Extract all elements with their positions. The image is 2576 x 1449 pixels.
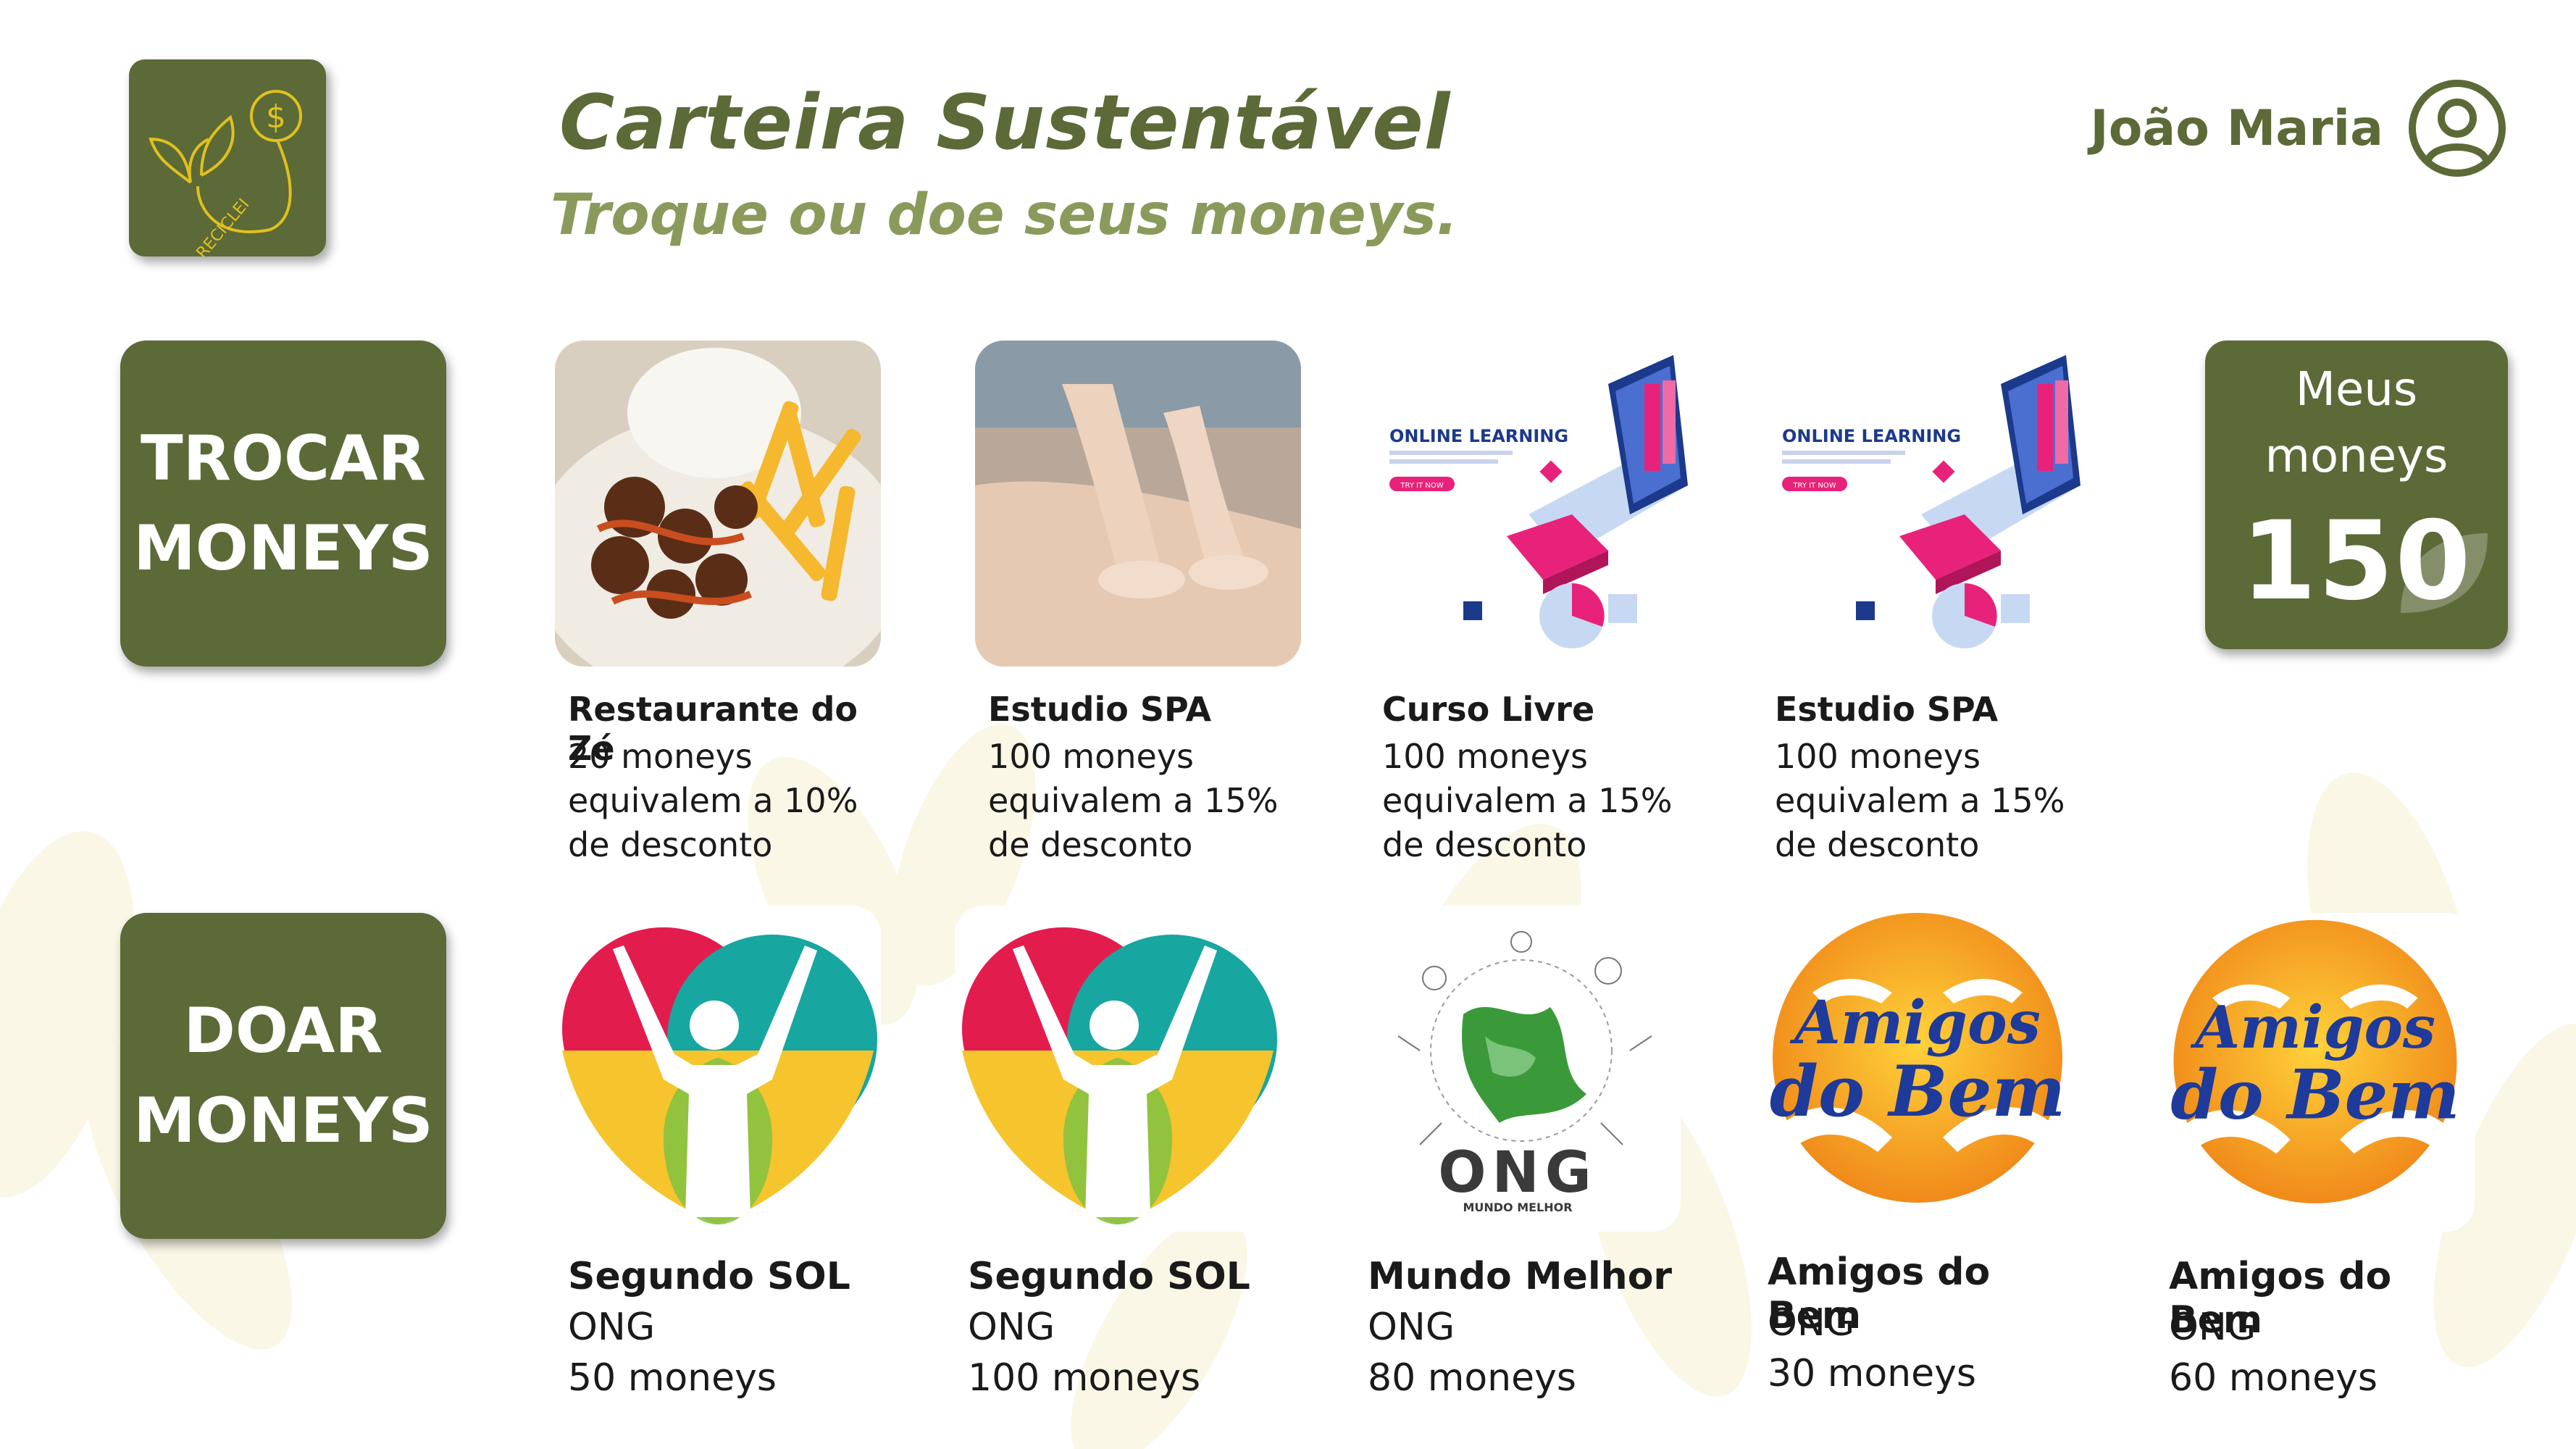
offer-image-massage[interactable] <box>975 341 1301 667</box>
offer-card[interactable]: ONLINE LEARNING TRY IT NOW Curso Livre 1… <box>1369 341 1702 877</box>
image-button-text: TRY IT NOW <box>1400 482 1443 490</box>
ngo-name: Segundo SOL <box>568 1255 850 1298</box>
donate-moneys-label: DOAR MONEYS <box>133 995 433 1157</box>
ngo-logo-amigos-do-bem[interactable]: Amigos do Bem <box>1755 906 2081 1232</box>
page-title: Carteira Sustentável <box>559 78 1451 167</box>
trade-moneys-button[interactable]: TROCAR MONEYS <box>120 341 446 667</box>
ngo-name: Mundo Melhor <box>1368 1255 1673 1298</box>
image-heading: ONLINE LEARNING <box>1782 426 1961 446</box>
trade-moneys-label: TROCAR MONEYS <box>133 422 433 585</box>
offer-card[interactable]: Estudio SPA 100 moneys equivalem a 15% d… <box>975 341 1308 877</box>
offer-name: Estudio SPA <box>1775 690 1999 729</box>
user-profile[interactable]: João Maria <box>2090 74 2509 183</box>
ngo-logo-line2: do Bem <box>1770 1051 2065 1132</box>
ngo-card[interactable]: Amigos do Bem Amigos do Bem ONG 30 money… <box>1755 906 2088 1413</box>
offer-description: 20 moneys equivalem a 10% de desconto <box>568 737 858 864</box>
ngo-type: ONG <box>1368 1306 1455 1349</box>
offer-card[interactable]: Restaurante do Zé 20 moneys equivalem a … <box>555 341 888 877</box>
ngo-logo-subtext: MUNDO MELHOR <box>1463 1200 1572 1214</box>
ngo-logo-segundo-sol[interactable] <box>955 906 1281 1232</box>
image-heading: ONLINE LEARNING <box>1389 426 1568 446</box>
ngo-card[interactable]: Amigos do Bem Amigos do Bem ONG 60 money… <box>2156 913 2489 1420</box>
recycle-money-icon: $ RECICLEI <box>149 90 302 262</box>
wallet-balance: Meus moneys 150 <box>2205 341 2508 649</box>
ngo-logo-amigos-do-bem[interactable]: Amigos do Bem <box>2156 913 2475 1232</box>
ngo-card[interactable]: ONG MUNDO MELHOR Mundo Melhor ONG 80 mon… <box>1355 906 1688 1413</box>
ngo-type: ONG <box>568 1306 656 1349</box>
ngo-price: 50 moneys <box>568 1356 777 1400</box>
app-logo[interactable]: $ RECICLEI <box>129 59 326 262</box>
ngo-card[interactable]: Segundo SOL ONG 100 moneys <box>955 906 1288 1413</box>
offer-description: 100 moneys equivalem a 15% de desconto <box>1775 737 2065 864</box>
ngo-logo-line2: do Bem <box>2170 1056 2459 1135</box>
ngo-logo-segundo-sol[interactable] <box>555 906 881 1232</box>
offer-image-online-learning[interactable]: ONLINE LEARNING TRY IT NOW <box>1369 341 1695 667</box>
offer-description: 100 moneys equivalem a 15% de desconto <box>988 737 1279 864</box>
donate-moneys-button[interactable]: DOAR MONEYS <box>120 913 446 1239</box>
ngo-type: ONG <box>1768 1301 1855 1345</box>
svg-text:$: $ <box>266 99 286 135</box>
offer-image-food[interactable] <box>555 341 881 667</box>
page-subtitle: Troque ou doe seus moneys. <box>551 183 1458 248</box>
offer-name: Curso Livre <box>1382 690 1595 729</box>
image-button-text: TRY IT NOW <box>1792 482 1836 490</box>
offer-description: 100 moneys equivalem a 15% de desconto <box>1382 737 1673 864</box>
offer-name: Estudio SPA <box>988 690 1212 729</box>
ngo-logo-line1: Amigos <box>2190 993 2435 1061</box>
ngo-logo-mundo-melhor[interactable]: ONG MUNDO MELHOR <box>1355 906 1681 1232</box>
ngo-name: Segundo SOL <box>968 1255 1250 1298</box>
ngo-card[interactable]: Segundo SOL ONG 50 moneys <box>555 906 888 1413</box>
ngo-logo-line1: Amigos <box>1789 988 2041 1058</box>
ngo-type: ONG <box>2169 1306 2257 1349</box>
user-avatar-icon[interactable] <box>2405 76 2509 180</box>
offer-image-online-learning[interactable]: ONLINE LEARNING TRY IT NOW <box>1762 341 2088 667</box>
wallet-value: 150 <box>2241 498 2472 625</box>
user-name: João Maria <box>2090 99 2383 157</box>
offer-card[interactable]: ONLINE LEARNING TRY IT NOW Estudio SPA 1… <box>1762 341 2095 877</box>
ngo-logo-text: ONG <box>1438 1140 1597 1206</box>
ngo-price: 100 moneys <box>968 1356 1201 1400</box>
ngo-price: 80 moneys <box>1368 1356 1576 1400</box>
wallet-label: Meus moneys <box>2265 363 2449 483</box>
ngo-type: ONG <box>968 1306 1055 1349</box>
ngo-price: 60 moneys <box>2169 1356 2378 1400</box>
ngo-price: 30 moneys <box>1768 1352 1976 1395</box>
